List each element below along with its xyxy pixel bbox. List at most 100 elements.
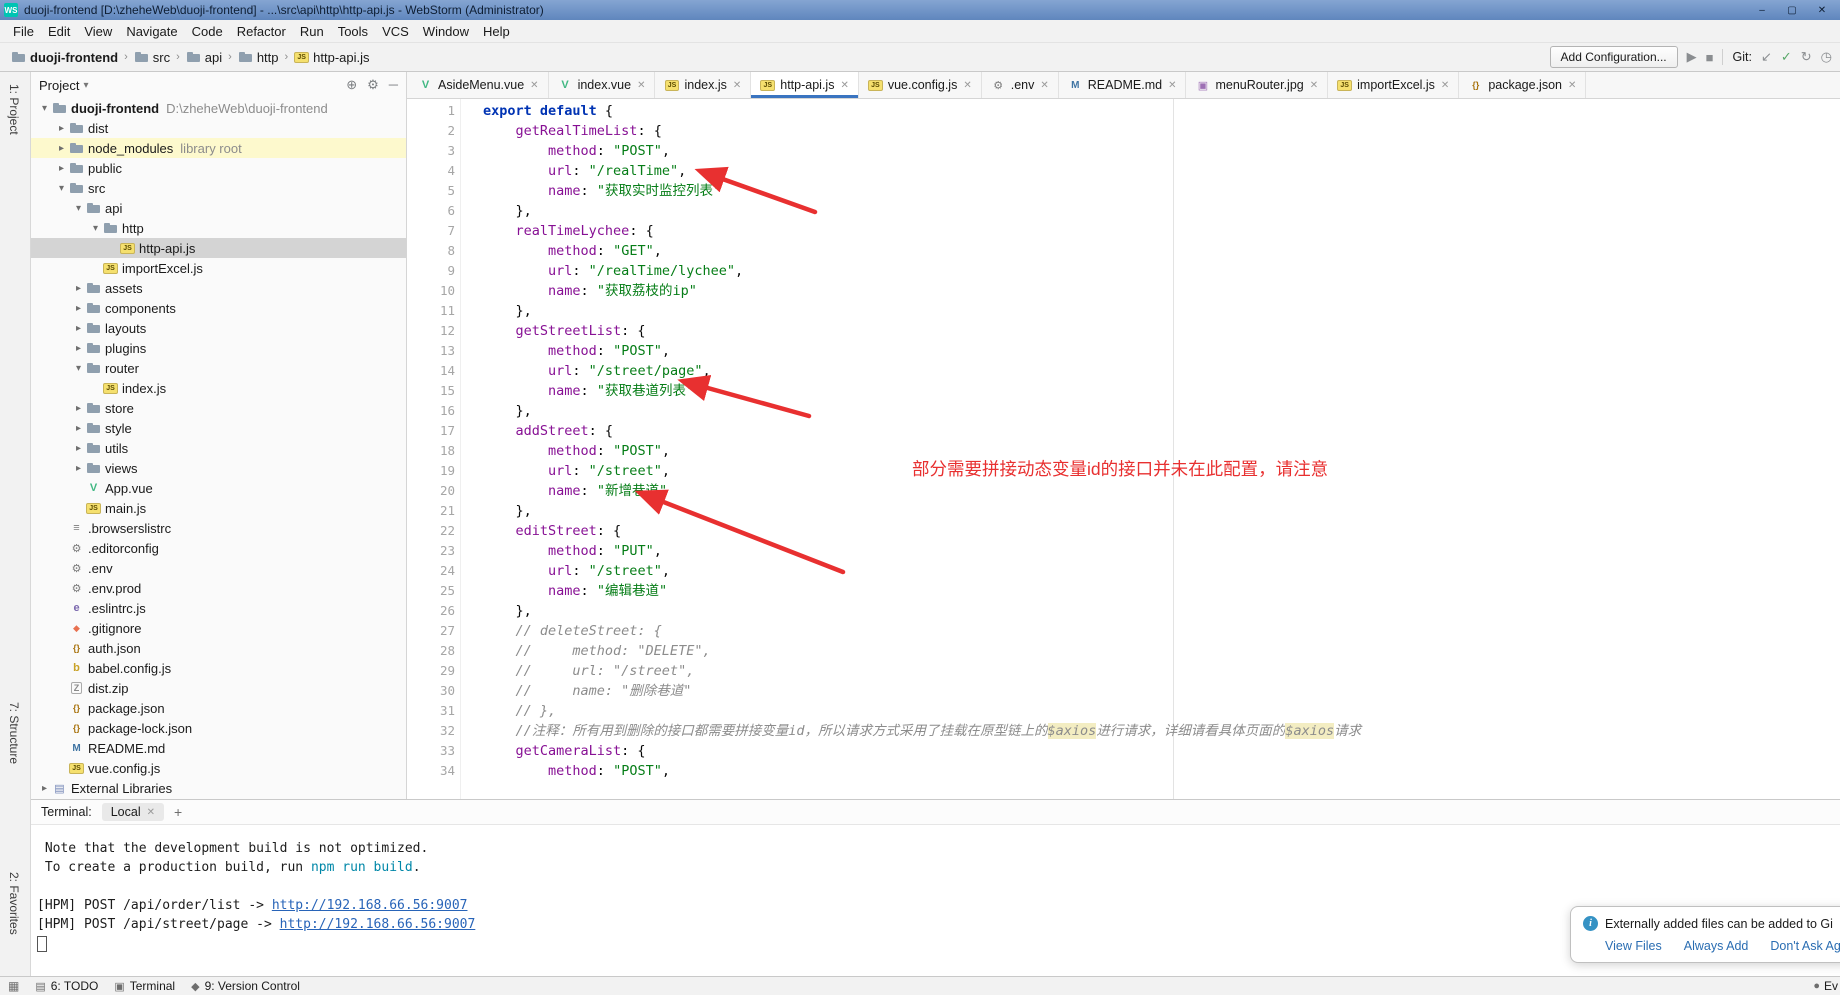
- event-log-label[interactable]: Ev: [1824, 979, 1838, 993]
- minimize-button[interactable]: –: [1748, 2, 1776, 18]
- tree-item-public[interactable]: ▸public: [31, 158, 406, 178]
- tree-item-env-prod[interactable]: .env.prod: [31, 578, 406, 598]
- breadcrumb-item-http-api-js[interactable]: http-api.js: [291, 49, 372, 66]
- notification-action-always-add[interactable]: Always Add: [1684, 939, 1749, 953]
- code-line-32[interactable]: 32 //注释：所有用到删除的接口都需要拼接变量id，所以请求方式采用了挂载在原…: [407, 721, 1840, 741]
- tab-http-api-js[interactable]: http-api.js✕: [751, 72, 859, 98]
- code-line-4[interactable]: 4 url: "/realTime",: [407, 161, 1840, 181]
- tree-item-duoji-frontend[interactable]: ▾duoji-frontendD:\zheheWeb\duoji-fronten…: [31, 98, 406, 118]
- menu-item-vcs[interactable]: VCS: [375, 23, 416, 40]
- tree-item-babel-config-js[interactable]: babel.config.js: [31, 658, 406, 678]
- tab-env[interactable]: .env✕: [982, 72, 1059, 98]
- maximize-button[interactable]: ▢: [1778, 2, 1806, 18]
- tool-window-structure[interactable]: 7: Structure: [7, 702, 21, 764]
- close-icon[interactable]: ✕: [733, 80, 741, 91]
- close-icon[interactable]: ✕: [963, 80, 971, 91]
- tab-vue-config-js[interactable]: vue.config.js✕: [859, 72, 982, 98]
- tree-item-dist[interactable]: ▸dist: [31, 118, 406, 138]
- code-line-8[interactable]: 8 method: "GET",: [407, 241, 1840, 261]
- chevron-right-icon[interactable]: ▸: [71, 423, 86, 434]
- chevron-down-icon[interactable]: ▾: [37, 103, 52, 114]
- code-line-9[interactable]: 9 url: "/realTime/lychee",: [407, 261, 1840, 281]
- tree-item-utils[interactable]: ▸utils: [31, 438, 406, 458]
- tab-index-js[interactable]: index.js✕: [655, 72, 751, 98]
- chevron-right-icon[interactable]: ▸: [71, 323, 86, 334]
- git-commit-icon[interactable]: ✓: [1781, 49, 1792, 65]
- terminal-link[interactable]: http://192.168.66.56:9007: [280, 917, 476, 932]
- close-icon[interactable]: ✕: [1040, 80, 1048, 91]
- breadcrumb-item-duoji-frontend[interactable]: duoji-frontend: [8, 49, 121, 66]
- tree-item-dist-zip[interactable]: dist.zip: [31, 678, 406, 698]
- tree-item-importexcel-js[interactable]: importExcel.js: [31, 258, 406, 278]
- close-icon[interactable]: ✕: [1168, 80, 1176, 91]
- tree-item-views[interactable]: ▸views: [31, 458, 406, 478]
- code-line-15[interactable]: 15 name: "获取巷道列表": [407, 381, 1840, 401]
- tree-item-main-js[interactable]: main.js: [31, 498, 406, 518]
- chevron-right-icon[interactable]: ▸: [71, 343, 86, 354]
- menu-item-tools[interactable]: Tools: [331, 23, 375, 40]
- terminal-link[interactable]: http://192.168.66.56:9007: [272, 898, 468, 913]
- tree-item-external-libraries[interactable]: ▸External Libraries: [31, 778, 406, 798]
- tree-item-node-modules[interactable]: ▸node_moduleslibrary root: [31, 138, 406, 158]
- code-line-24[interactable]: 24 url: "/street",: [407, 561, 1840, 581]
- tree-item-http[interactable]: ▾http: [31, 218, 406, 238]
- statusbar-item-6-todo[interactable]: ▤6: TODO: [35, 979, 98, 993]
- tree-item-package-json[interactable]: package.json: [31, 698, 406, 718]
- chevron-down-icon[interactable]: ▾: [71, 203, 86, 214]
- code-line-21[interactable]: 21 },: [407, 501, 1840, 521]
- menu-item-file[interactable]: File: [6, 23, 41, 40]
- terminal-output[interactable]: Note that the development build is not o…: [31, 825, 1840, 976]
- code-line-20[interactable]: 20 name: "新增巷道": [407, 481, 1840, 501]
- stop-icon[interactable]: ■: [1706, 50, 1714, 65]
- tree-item-router[interactable]: ▾router: [31, 358, 406, 378]
- code-line-3[interactable]: 3 method: "POST",: [407, 141, 1840, 161]
- code-line-25[interactable]: 25 name: "编辑巷道": [407, 581, 1840, 601]
- code-line-7[interactable]: 7 realTimeLychee: {: [407, 221, 1840, 241]
- code-line-17[interactable]: 17 addStreet: {: [407, 421, 1840, 441]
- tree-item-package-lock-json[interactable]: package-lock.json: [31, 718, 406, 738]
- tree-item-eslintrc-js[interactable]: .eslintrc.js: [31, 598, 406, 618]
- close-icon[interactable]: ✕: [147, 807, 155, 818]
- code-editor[interactable]: 1export default {2 getRealTimeList: {3 m…: [407, 99, 1840, 799]
- tab-importexcel-js[interactable]: importExcel.js✕: [1328, 72, 1459, 98]
- chevron-right-icon[interactable]: ▸: [71, 303, 86, 314]
- locate-file-icon[interactable]: ⊕: [346, 77, 357, 93]
- close-icon[interactable]: ✕: [1310, 80, 1318, 91]
- tree-item-http-api-js[interactable]: http-api.js: [31, 238, 406, 258]
- tree-item-browserslistrc[interactable]: .browserslistrc: [31, 518, 406, 538]
- tree-item-index-js[interactable]: index.js: [31, 378, 406, 398]
- history-icon[interactable]: ◷: [1821, 49, 1832, 65]
- close-icon[interactable]: ✕: [1441, 80, 1449, 91]
- code-line-26[interactable]: 26 },: [407, 601, 1840, 621]
- add-configuration-button[interactable]: Add Configuration...: [1550, 46, 1678, 68]
- chevron-right-icon[interactable]: ▸: [71, 403, 86, 414]
- terminal-tab-local[interactable]: Local ✕: [102, 803, 164, 821]
- statusbar-item-9-version-control[interactable]: ◆9: Version Control: [191, 979, 300, 993]
- project-panel-title[interactable]: Project: [39, 78, 79, 93]
- code-line-30[interactable]: 30 // name: "删除巷道": [407, 681, 1840, 701]
- tool-window-favorites[interactable]: 2: Favorites: [7, 872, 21, 935]
- chevron-right-icon[interactable]: ▸: [54, 163, 69, 174]
- tab-package-json[interactable]: package.json✕: [1459, 72, 1586, 98]
- code-line-18[interactable]: 18 method: "POST",: [407, 441, 1840, 461]
- breadcrumb-item-api[interactable]: api: [183, 49, 225, 66]
- settings-gear-icon[interactable]: ⚙: [367, 77, 379, 93]
- chevron-right-icon[interactable]: ▸: [71, 443, 86, 454]
- chevron-right-icon[interactable]: ▸: [71, 283, 86, 294]
- code-line-5[interactable]: 5 name: "获取实时监控列表": [407, 181, 1840, 201]
- tool-window-project[interactable]: 1: Project: [7, 84, 21, 135]
- code-line-2[interactable]: 2 getRealTimeList: {: [407, 121, 1840, 141]
- statusbar-item-terminal[interactable]: ▣Terminal: [114, 979, 175, 993]
- menu-item-navigate[interactable]: Navigate: [119, 23, 184, 40]
- code-line-34[interactable]: 34 method: "POST",: [407, 761, 1840, 781]
- chevron-right-icon[interactable]: ▸: [54, 143, 69, 154]
- git-revert-icon[interactable]: ↻: [1801, 49, 1812, 65]
- code-line-13[interactable]: 13 method: "POST",: [407, 341, 1840, 361]
- tree-item-readme-md[interactable]: README.md: [31, 738, 406, 758]
- chevron-right-icon[interactable]: ▸: [71, 463, 86, 474]
- menu-item-refactor[interactable]: Refactor: [230, 23, 293, 40]
- menu-item-edit[interactable]: Edit: [41, 23, 77, 40]
- chevron-right-icon[interactable]: ▸: [54, 123, 69, 134]
- close-icon[interactable]: ✕: [1568, 80, 1576, 91]
- tree-item-components[interactable]: ▸components: [31, 298, 406, 318]
